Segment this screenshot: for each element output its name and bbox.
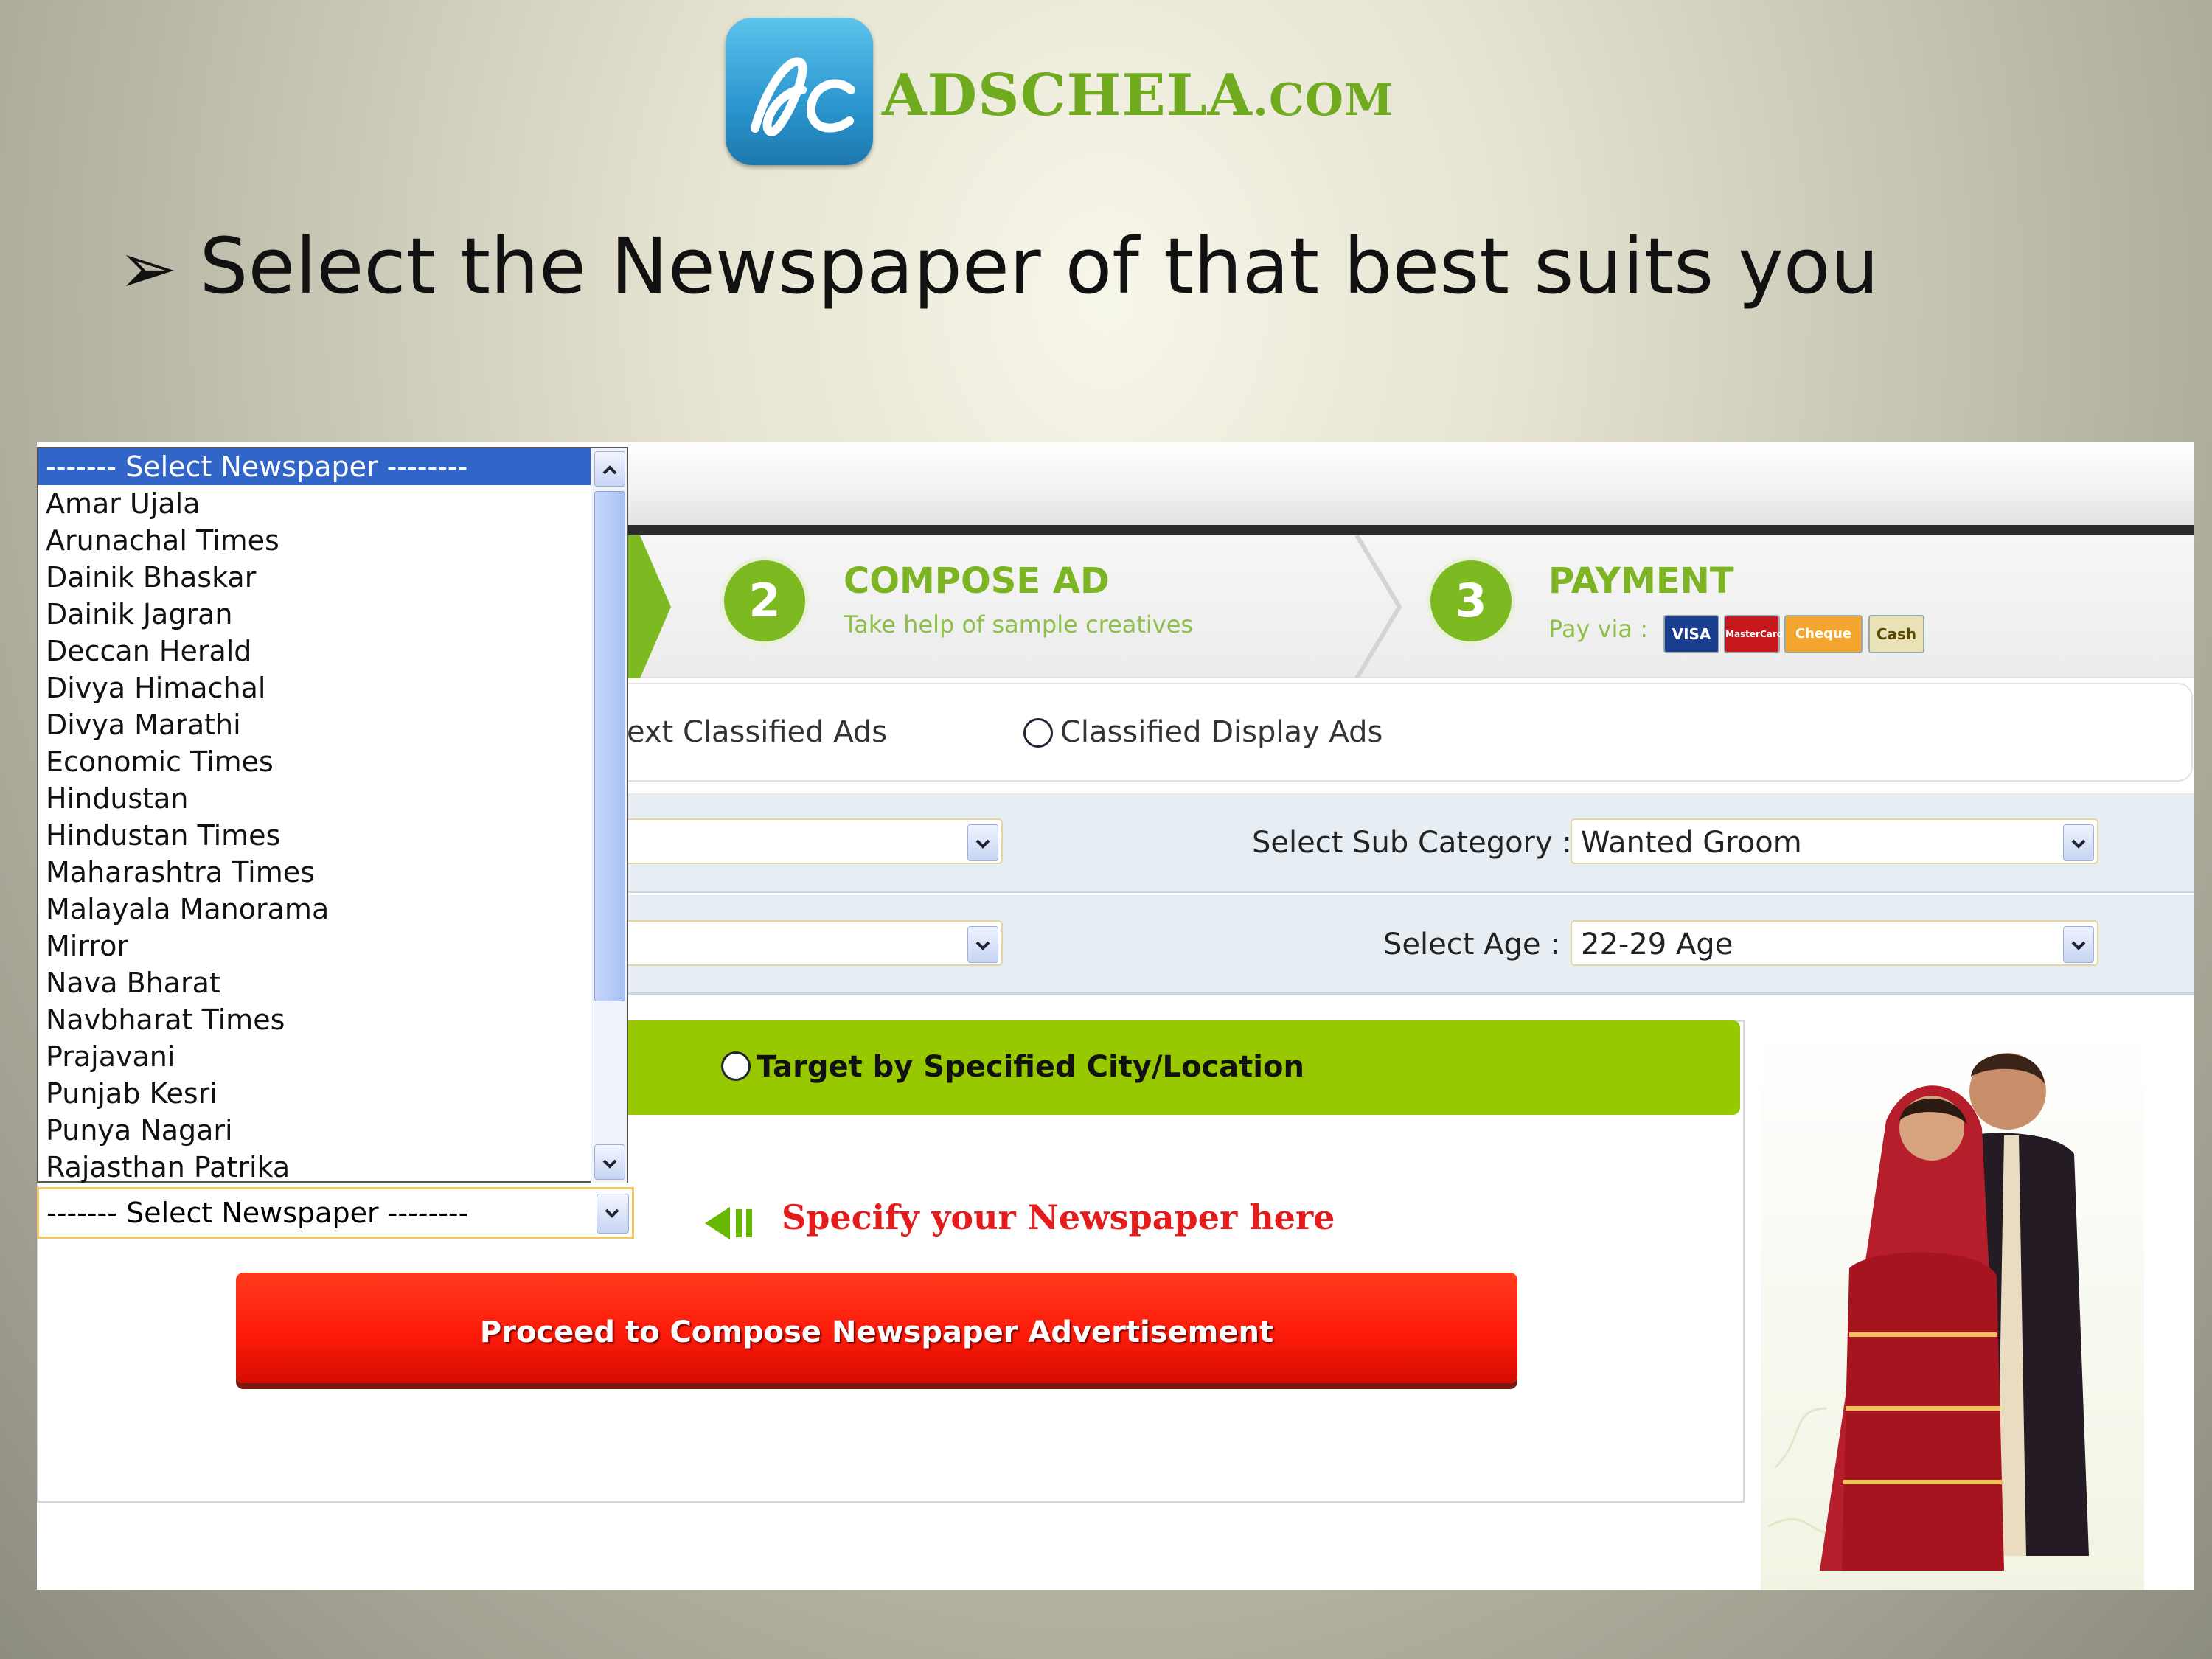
proceed-button[interactable]: Proceed to Compose Newspaper Advertiseme… xyxy=(236,1273,1517,1383)
newspaper-option[interactable]: Divya Himachal xyxy=(38,669,591,706)
bullet-arrow-icon: ➢ xyxy=(118,227,178,310)
newspaper-option[interactable]: Mirror xyxy=(38,928,591,964)
age-label: Select Age : xyxy=(1383,928,1560,961)
age-value: 22-29 Age xyxy=(1581,928,1733,961)
sub-category-label: Select Sub Category : xyxy=(1252,826,1572,860)
newspaper-select-value: ------- Select Newspaper -------- xyxy=(46,1197,469,1229)
left-arrow-icon xyxy=(705,1207,752,1239)
newspaper-option[interactable]: Maharashtra Times xyxy=(38,854,591,891)
newspaper-option[interactable]: Hindustan xyxy=(38,780,591,817)
heading-text: Select the Newspaper of that best suits … xyxy=(199,221,1879,311)
newspaper-option[interactable]: Punjab Kesri xyxy=(38,1075,591,1112)
brand-name: ADSCHELA.COM xyxy=(882,62,1394,129)
dropdown-scrollbar[interactable] xyxy=(591,448,627,1183)
sub-category-value: Wanted Groom xyxy=(1581,826,1802,860)
proceed-button-label: Proceed to Compose Newspaper Advertiseme… xyxy=(479,1315,1274,1349)
target-city-radio[interactable] xyxy=(721,1051,751,1081)
newspaper-option[interactable]: Rajasthan Patrika xyxy=(38,1149,591,1186)
step-3-title[interactable]: PAYMENT xyxy=(1548,560,1734,602)
slide-heading: ➢ Select the Newspaper of that best suits… xyxy=(118,221,1879,311)
newspaper-option[interactable]: Arunachal Times xyxy=(38,522,591,559)
chevron-down-icon[interactable] xyxy=(967,824,998,861)
newspaper-option[interactable]: Nava Bharat xyxy=(38,964,591,1001)
newspaper-option[interactable]: ------- Select Newspaper -------- xyxy=(38,448,591,485)
chevron-down-icon[interactable] xyxy=(967,926,998,963)
target-city-label[interactable]: Target by Specified City/Location xyxy=(757,1050,1304,1084)
newspaper-option[interactable]: Malayala Manorama xyxy=(38,891,591,928)
scroll-down-arrow-icon[interactable] xyxy=(594,1144,625,1180)
mastercard-icon: MasterCard xyxy=(1724,615,1783,653)
cash-icon: Cash xyxy=(1868,615,1924,653)
sub-category-select[interactable]: Wanted Groom xyxy=(1571,818,2098,864)
newspaper-option[interactable]: Dainik Jagran xyxy=(38,596,591,633)
chevron-down-icon[interactable] xyxy=(2063,926,2094,963)
classified-display-label[interactable]: Classified Display Ads xyxy=(1060,715,1382,749)
newspaper-option[interactable]: Prajavani xyxy=(38,1038,591,1075)
chevron-down-icon[interactable] xyxy=(2063,824,2094,861)
age-select[interactable]: 22-29 Age xyxy=(1571,920,2098,966)
scroll-thumb[interactable] xyxy=(594,491,625,1001)
text-classified-label[interactable]: ext Classified Ads xyxy=(627,715,887,749)
chevron-down-icon[interactable] xyxy=(597,1194,629,1234)
newspaper-option[interactable]: Punya Nagari xyxy=(38,1112,591,1149)
newspaper-dropdown-list[interactable]: ------- Select Newspaper -------- Amar U… xyxy=(37,447,628,1183)
step-3-subtitle: Pay via : xyxy=(1548,615,1648,643)
classified-display-radio[interactable] xyxy=(1023,718,1053,748)
step-2-subtitle: Take help of sample creatives xyxy=(844,611,1194,639)
step-3-number: 3 xyxy=(1430,560,1512,641)
couple-photo xyxy=(1761,1025,2144,1590)
cheque-icon: Cheque xyxy=(1784,615,1863,653)
newspaper-option[interactable]: Navbharat Times xyxy=(38,1001,591,1038)
specify-newspaper-hint: Specify your Newspaper here xyxy=(782,1197,1335,1237)
visa-card-icon: VISA xyxy=(1663,615,1719,653)
location-select[interactable] xyxy=(612,920,1003,966)
newspaper-option[interactable]: Divya Marathi xyxy=(38,706,591,743)
newspaper-option[interactable]: Amar Ujala xyxy=(38,485,591,522)
newspaper-option[interactable]: Economic Times xyxy=(38,743,591,780)
adschela-logo-icon xyxy=(726,18,873,165)
scroll-up-arrow-icon[interactable] xyxy=(594,451,625,487)
newspaper-select[interactable]: ------- Select Newspaper -------- xyxy=(37,1187,634,1239)
step-2-title[interactable]: COMPOSE AD xyxy=(844,560,1110,602)
category-select[interactable] xyxy=(612,818,1003,864)
newspaper-option[interactable]: Deccan Herald xyxy=(38,633,591,669)
newspaper-option[interactable]: Dainik Bhaskar xyxy=(38,559,591,596)
step2-chevron-icon xyxy=(1354,535,1402,678)
website-screenshot: 2 COMPOSE AD Take help of sample creativ… xyxy=(37,442,2194,1590)
brand-name-main: ADSCHELA xyxy=(882,62,1253,129)
brand-name-suffix: .COM xyxy=(1253,74,1394,126)
step-2-number: 2 xyxy=(724,560,805,641)
newspaper-option[interactable]: Hindustan Times xyxy=(38,817,591,854)
